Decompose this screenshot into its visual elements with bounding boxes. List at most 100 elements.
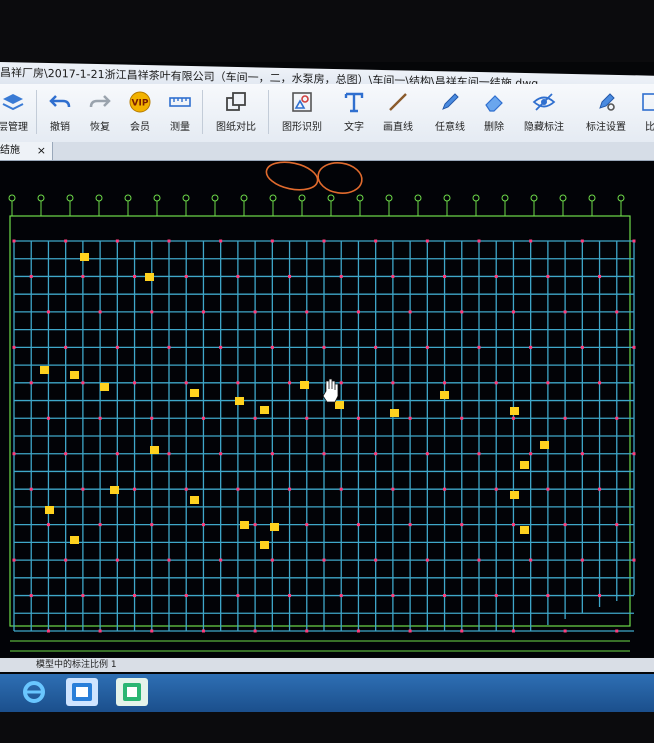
hide-annotation-label: 隐藏标注	[524, 122, 564, 133]
axis-bubble	[443, 194, 451, 202]
axis-bubble	[8, 194, 16, 202]
axis-bubble	[37, 194, 45, 202]
drawing-canvas[interactable]	[0, 161, 654, 657]
column-marker	[356, 523, 360, 527]
shape-recognize-button[interactable]: 图形识别	[278, 90, 326, 138]
column-marker	[477, 239, 481, 243]
annotation-label-block	[40, 366, 49, 374]
axis-bubble	[95, 194, 103, 202]
column-marker	[563, 523, 567, 527]
column-marker	[529, 558, 533, 562]
column-marker	[167, 558, 171, 562]
annotation-label-block	[335, 401, 344, 409]
column-marker	[580, 558, 584, 562]
ie-browser-icon[interactable]	[18, 678, 50, 706]
toolbar-separator	[268, 90, 269, 134]
column-marker	[29, 381, 33, 385]
column-marker	[598, 487, 602, 491]
tab-structure[interactable]: 结施 ×	[0, 142, 53, 160]
column-marker	[253, 629, 257, 633]
annotation-label-block	[110, 486, 119, 494]
annotation-circle	[265, 161, 319, 191]
cad-app-taskbar-icon[interactable]	[66, 678, 98, 706]
annotation-settings-icon	[599, 93, 615, 111]
axis-bubble	[356, 194, 364, 202]
column-marker	[322, 345, 326, 349]
annotation-label-block	[45, 506, 54, 514]
draw-line-button[interactable]: 画直线	[378, 90, 418, 138]
monitor-screen: 昌祥厂房\2017-1-21浙江昌祥茶叶有限公司（车间一，二，水泵房，总图）\车…	[0, 62, 654, 712]
layer-manager-button[interactable]: 层管理	[0, 90, 32, 138]
annotation-label-block	[260, 406, 269, 414]
column-marker	[425, 452, 429, 456]
column-marker	[408, 416, 412, 420]
column-marker	[98, 310, 102, 314]
ruler-icon	[169, 97, 191, 107]
document-tab-bar: 结施 ×	[0, 142, 654, 161]
column-marker	[477, 558, 481, 562]
pen-icon	[442, 93, 459, 110]
column-marker	[529, 239, 533, 243]
annotation-settings-button[interactable]: 标注设置	[582, 90, 630, 138]
column-marker	[270, 452, 274, 456]
column-marker	[425, 345, 429, 349]
column-marker	[339, 274, 343, 278]
column-marker	[81, 274, 85, 278]
column-marker	[563, 629, 567, 633]
measure-button[interactable]: 测量	[164, 90, 196, 138]
column-marker	[133, 594, 137, 598]
ribbon-toolbar: 层管理 撤销 恢复 VIP 会员 测量 图纸对比 图形识别 文字 画直线 任意线…	[0, 84, 654, 143]
column-marker	[460, 416, 464, 420]
structural-plan-drawing[interactable]	[0, 161, 654, 657]
column-marker	[563, 310, 567, 314]
drawing-compare-button[interactable]: 图纸对比	[212, 90, 260, 138]
column-marker	[615, 629, 619, 633]
app-taskbar-icon[interactable]	[116, 678, 148, 706]
column-marker	[632, 345, 636, 349]
axis-bubble	[530, 194, 538, 202]
column-marker	[460, 629, 464, 633]
annotation-scale-status: 模型中的标注比例 1	[36, 660, 117, 670]
axis-bubble	[153, 194, 161, 202]
column-marker	[270, 558, 274, 562]
toolbar-separator	[202, 90, 203, 134]
vip-button[interactable]: VIP 会员	[124, 90, 156, 138]
column-marker	[443, 487, 447, 491]
redo-button[interactable]: 恢复	[84, 90, 116, 138]
column-marker	[408, 310, 412, 314]
column-marker	[615, 310, 619, 314]
column-marker	[408, 629, 412, 633]
hide-annotation-button[interactable]: 隐藏标注	[520, 90, 568, 138]
column-marker	[494, 274, 498, 278]
axis-bubble	[559, 194, 567, 202]
column-marker	[494, 487, 498, 491]
column-marker	[115, 345, 119, 349]
column-marker	[64, 452, 68, 456]
scale-label: 比	[645, 122, 654, 133]
column-marker	[443, 274, 447, 278]
column-marker	[98, 416, 102, 420]
column-marker	[98, 629, 102, 633]
layer-manager-label: 层管理	[0, 122, 28, 133]
column-marker	[81, 487, 85, 491]
axis-bubble	[472, 194, 480, 202]
column-marker	[201, 523, 205, 527]
column-marker	[12, 239, 16, 243]
column-marker	[305, 310, 309, 314]
undo-button[interactable]: 撤销	[44, 90, 76, 138]
column-marker	[115, 452, 119, 456]
annotation-label-block	[150, 446, 159, 454]
column-marker	[529, 345, 533, 349]
annotation-label-block	[240, 521, 249, 529]
text-icon	[344, 92, 364, 113]
delete-button[interactable]: 删除	[478, 90, 510, 138]
annotation-label-block	[300, 381, 309, 389]
scale-button[interactable]: 比	[640, 90, 654, 138]
text-button[interactable]: 文字	[338, 90, 370, 138]
column-marker	[460, 523, 464, 527]
column-marker	[29, 594, 33, 598]
close-icon[interactable]: ×	[37, 142, 46, 160]
freehand-line-button[interactable]: 任意线	[430, 90, 470, 138]
column-marker	[253, 416, 257, 420]
column-marker	[115, 239, 119, 243]
